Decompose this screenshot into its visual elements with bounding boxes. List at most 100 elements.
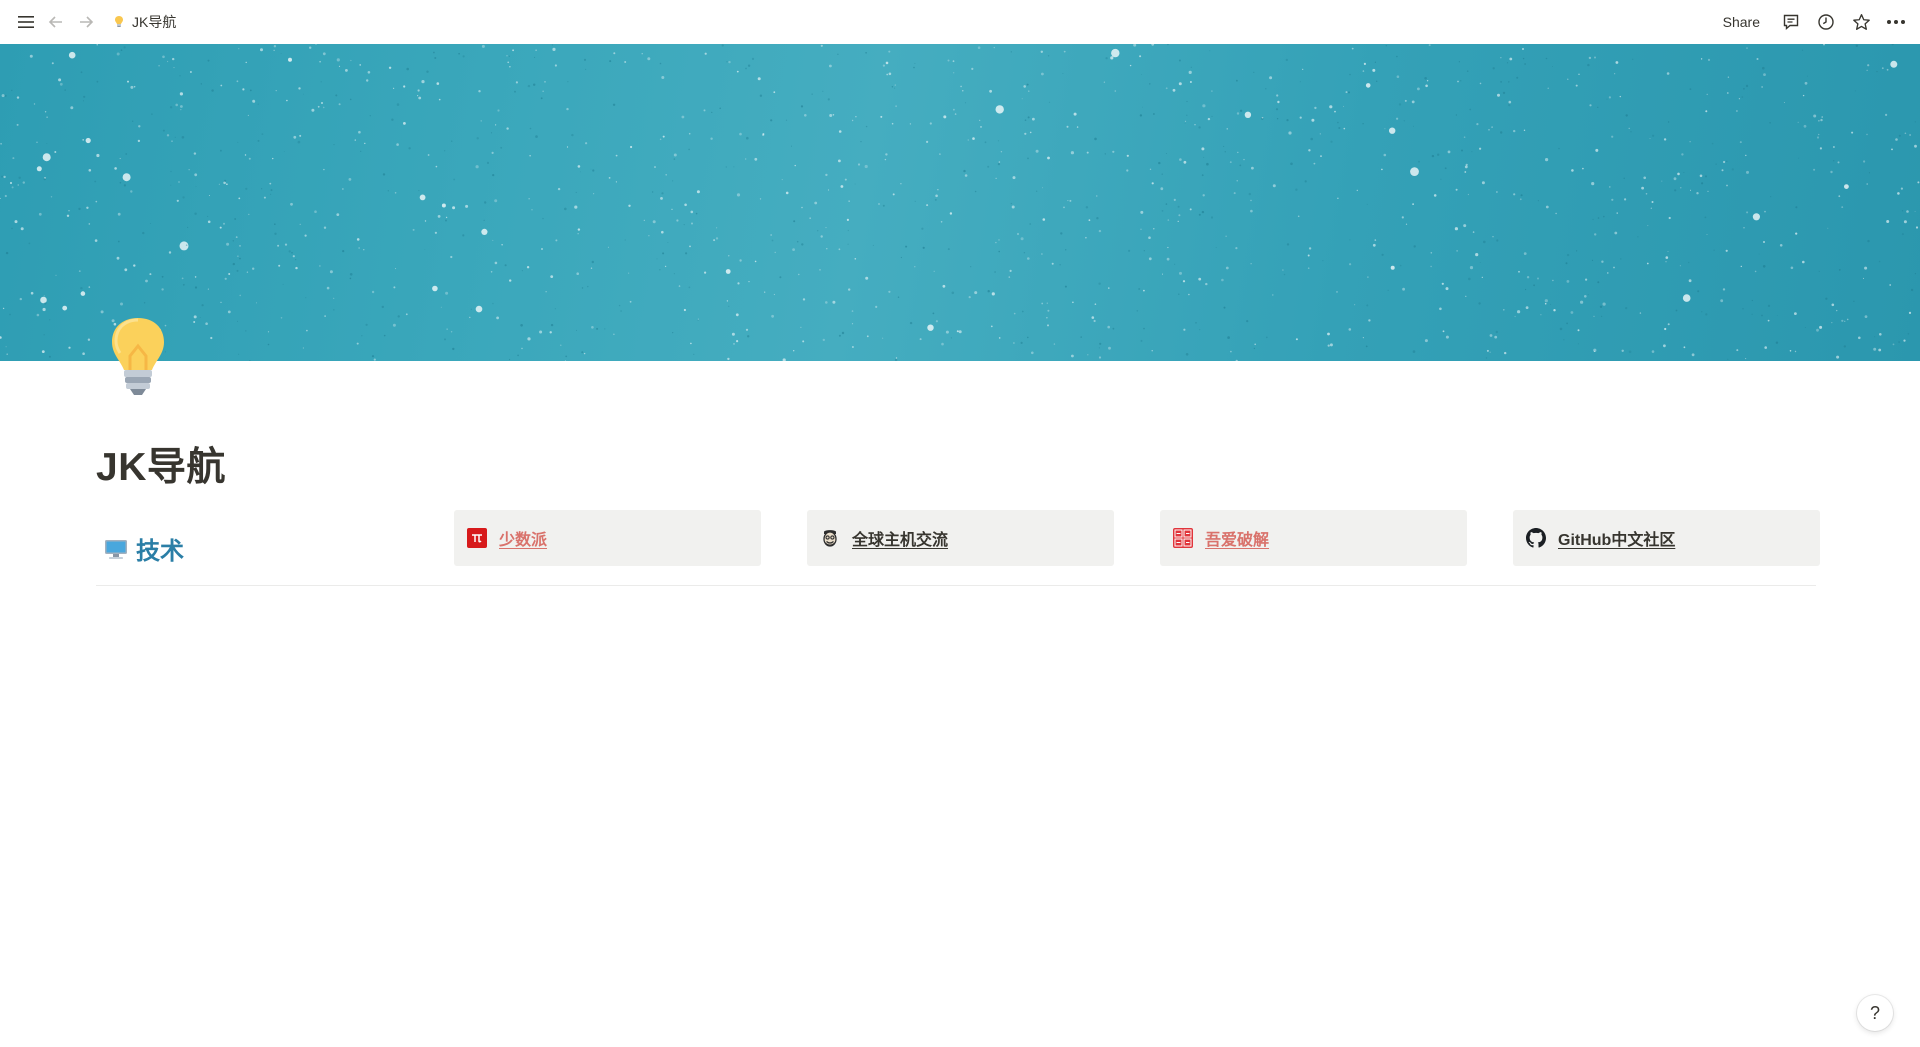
cover-speckle (1623, 177, 1625, 180)
breadcrumb[interactable]: JK导航 (108, 10, 180, 34)
cover-speckle (968, 296, 971, 299)
cover-speckle (937, 189, 939, 191)
cover-speckle (1244, 111, 1252, 119)
cover-speckle (817, 230, 819, 232)
cover-speckle (322, 52, 326, 56)
cover-speckle (1, 94, 5, 98)
favorite-button[interactable] (1849, 10, 1873, 34)
cover-speckle (1577, 329, 1580, 332)
cover-speckle (1898, 341, 1900, 343)
cover-speckle (179, 241, 189, 251)
cover-speckle (1802, 94, 1805, 97)
link-card-github-chinese[interactable]: GitHub中文社区 (1513, 510, 1820, 566)
cover-speckle (1751, 299, 1753, 302)
cover-speckle (851, 346, 854, 348)
cover-speckle (866, 335, 869, 338)
cover-speckle (739, 259, 742, 262)
cover-speckle (1042, 187, 1043, 189)
cover-speckle (1704, 216, 1707, 219)
cover-speckle (1086, 151, 1089, 154)
cover-speckle (1320, 155, 1322, 157)
comments-button[interactable] (1779, 10, 1803, 34)
back-button[interactable] (44, 10, 68, 34)
cover-speckle (1545, 57, 1548, 60)
cover-speckle (1027, 336, 1029, 339)
cover-speckle (703, 109, 706, 112)
cover-speckle (1624, 198, 1627, 201)
cover-speckle (133, 264, 136, 267)
link-card-hostloc[interactable]: 全球主机交流 (807, 510, 1114, 566)
cover-speckle (785, 119, 788, 121)
cover-speckle (1351, 47, 1354, 50)
cover-speckle (1794, 350, 1797, 353)
cover-speckle (1161, 173, 1163, 175)
cover-speckle (335, 94, 338, 97)
cover-speckle (369, 115, 371, 117)
cover-speckle (1136, 310, 1139, 312)
cover-speckle (1794, 312, 1797, 315)
cover-speckle (1597, 217, 1600, 219)
cover-speckle (1609, 186, 1611, 188)
cover-speckle (476, 137, 479, 140)
cover-speckle (1098, 356, 1102, 359)
help-button[interactable]: ? (1857, 995, 1893, 1031)
cover-speckle (149, 273, 152, 276)
cover-speckle (151, 113, 153, 116)
cover-speckle (1731, 168, 1734, 171)
share-button[interactable]: Share (1715, 11, 1768, 33)
cover-speckle (1575, 84, 1578, 87)
cover-speckle (1599, 305, 1603, 308)
cover-speckle (1343, 127, 1346, 130)
cover-speckle (1846, 318, 1849, 321)
cover-speckle (1827, 227, 1829, 229)
cover-speckle (181, 277, 184, 280)
cover-speckle (1904, 132, 1907, 135)
cover-speckle (166, 134, 170, 137)
cover-speckle (838, 130, 842, 133)
cover-speckle (1522, 57, 1525, 60)
cover-speckle (218, 183, 220, 185)
cover-speckle (1495, 330, 1499, 334)
cover-speckle (1838, 269, 1841, 271)
cover-speckle (1236, 180, 1238, 182)
cover-speckle (989, 89, 992, 93)
cover-speckle (1584, 295, 1587, 298)
cover-speckle (145, 279, 148, 283)
updates-button[interactable] (1814, 10, 1838, 34)
cover-speckle (979, 119, 981, 121)
cover-speckle (1876, 71, 1878, 73)
cover-speckle (945, 330, 949, 334)
cover-speckle (1832, 146, 1835, 148)
link-card-sspai[interactable]: 少数派 (454, 510, 761, 566)
cover-speckle (1041, 253, 1043, 255)
cover-speckle (245, 187, 248, 190)
page-title[interactable]: JK导航 (96, 436, 226, 492)
cover-speckle (926, 140, 929, 143)
forward-button[interactable] (74, 10, 98, 34)
link-card-52pojie[interactable]: 吾爱破解 (1160, 510, 1467, 566)
more-options-button[interactable] (1884, 10, 1908, 34)
sidebar-toggle-button[interactable] (14, 10, 38, 34)
cover-speckle (1682, 294, 1691, 302)
cover-speckle (475, 165, 479, 169)
cover-speckle (672, 332, 674, 334)
cover-speckle (366, 79, 369, 82)
cover-speckle (1723, 160, 1726, 164)
cover-speckle (574, 205, 578, 209)
cover-speckle (1286, 119, 1289, 122)
cover-speckle (1205, 282, 1208, 286)
cover-speckle (1566, 280, 1570, 283)
lightbulb-icon (115, 16, 123, 27)
cover-speckle (1430, 265, 1432, 268)
cover-speckle (1752, 213, 1760, 221)
cover-speckle (581, 351, 584, 354)
cover-speckle (746, 136, 749, 140)
cover-speckle (1194, 124, 1196, 126)
cover-speckle (1513, 129, 1516, 133)
cover-speckle (932, 312, 935, 315)
cover-speckle (453, 178, 456, 181)
cover-speckle (1148, 236, 1151, 239)
cover-speckle (288, 250, 291, 253)
cover-speckle (1479, 147, 1482, 150)
cover-speckle (1769, 122, 1771, 124)
